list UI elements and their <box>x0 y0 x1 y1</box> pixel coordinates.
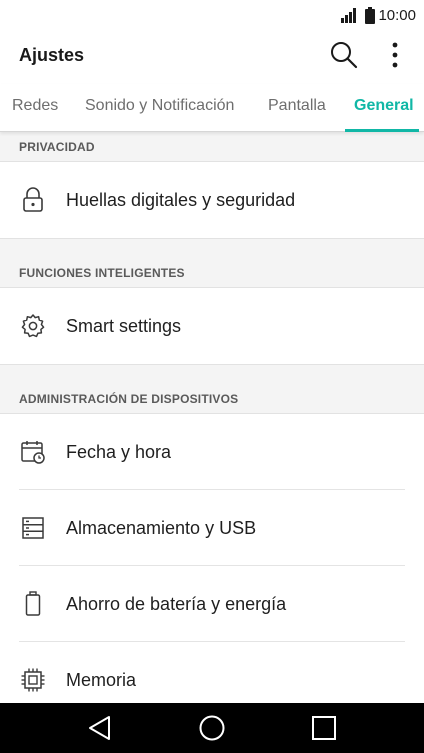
memory-chip-icon <box>20 667 46 693</box>
settings-screen: 10:00 Ajustes Redes Sonido y Notificació… <box>0 0 424 753</box>
home-icon <box>199 715 225 741</box>
back-icon <box>89 716 110 740</box>
recents-button[interactable] <box>310 714 338 742</box>
lock-icon <box>20 187 46 213</box>
status-time: 10:00 <box>378 6 416 24</box>
storage-icon <box>20 515 46 541</box>
item-label: Smart settings <box>66 315 182 336</box>
list-item-memoria[interactable]: Memoria <box>0 642 424 703</box>
home-button[interactable] <box>198 714 226 742</box>
more-vert-icon <box>392 42 398 68</box>
battery-icon <box>20 591 46 617</box>
calendar-clock-icon <box>20 439 46 465</box>
section-header-privacidad: PRIVACIDAD <box>0 132 424 162</box>
tab-pantalla[interactable]: Pantalla <box>268 84 326 130</box>
app-actions <box>327 38 412 72</box>
item-label: Fecha y hora <box>66 441 172 462</box>
settings-list: PRIVACIDAD Huellas digitales y seguridad… <box>0 132 424 703</box>
tab-general[interactable]: General <box>354 84 414 130</box>
item-label: Almacenamiento y USB <box>66 517 257 538</box>
battery-status-icon <box>365 6 376 24</box>
item-label: Huellas digitales y seguridad <box>66 189 296 210</box>
section-header-funciones-inteligentes: FUNCIONES INTELIGENTES <box>0 238 424 288</box>
active-tab-indicator <box>345 129 419 132</box>
tab-redes[interactable]: Redes <box>12 84 58 130</box>
back-button[interactable] <box>86 714 114 742</box>
smart-settings-gear-icon <box>20 313 46 339</box>
signal-icon <box>341 8 357 23</box>
list-item-ahorro-bateria[interactable]: Ahorro de batería y energía <box>0 566 424 642</box>
search-icon <box>331 42 358 69</box>
section-header-administracion-dispositivos: ADMINISTRACIÓN DE DISPOSITIVOS <box>0 364 424 414</box>
page-title: Ajustes <box>19 44 85 65</box>
list-item-fecha-hora[interactable]: Fecha y hora <box>0 414 424 490</box>
tab-sonido-notificacion[interactable]: Sonido y Notificación <box>85 84 234 130</box>
search-button[interactable] <box>327 38 361 72</box>
app-bar: Ajustes <box>0 30 424 80</box>
recents-icon <box>312 716 336 740</box>
list-item-smart-settings[interactable]: Smart settings <box>0 288 424 364</box>
list-item-almacenamiento-usb[interactable]: Almacenamiento y USB <box>0 490 424 566</box>
status-bar: 10:00 <box>0 0 424 30</box>
item-label: Memoria <box>66 669 137 690</box>
more-options-button[interactable] <box>378 38 412 72</box>
list-item-huellas-seguridad[interactable]: Huellas digitales y seguridad <box>0 162 424 238</box>
navigation-bar <box>0 703 424 753</box>
tab-bar: Redes Sonido y Notificación Pantalla Gen… <box>0 84 424 132</box>
item-label: Ahorro de batería y energía <box>66 593 287 614</box>
